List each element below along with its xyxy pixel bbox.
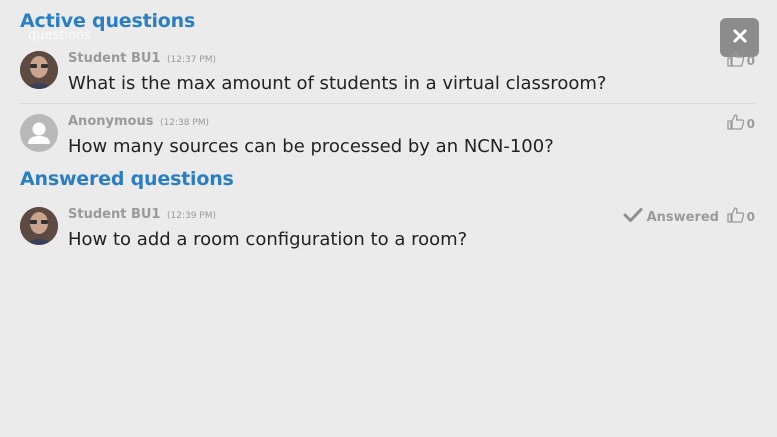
like-count: 0 [746,116,755,131]
question-item: Student BU1 (12:37 PM) What is the max a… [20,49,755,104]
question-text: How many sources can be processed by an … [68,136,554,157]
avatar [20,207,58,245]
author-name: Student BU1 [68,207,161,222]
question-time: (12:38 PM) [159,118,209,128]
close-icon [732,28,748,48]
question-text: How to add a room configuration to a roo… [68,229,468,250]
answered-label: Answered [646,209,719,225]
ghost-label: questions [28,28,91,43]
thumbs-up-icon [726,114,745,133]
question-meta: Anonymous (12:38 PM) [68,114,209,129]
like-button[interactable]: 0 [726,51,755,70]
checkmark-icon [623,207,643,227]
thumbs-up-icon [726,51,745,70]
question-item: Student BU1 (12:39 PM) How to add a room… [20,205,755,257]
question-meta: Student BU1 (12:37 PM) [68,51,216,66]
like-count: 0 [746,209,755,224]
question-time: (12:37 PM) [167,55,217,65]
answered-status: Answered [623,207,719,227]
author-name: Student BU1 [68,51,161,66]
question-meta: Student BU1 (12:39 PM) [68,207,216,222]
like-button[interactable]: 0 [726,114,755,133]
like-count: 0 [746,53,755,68]
author-name: Anonymous [68,114,154,129]
answered-questions-heading: Answered questions [20,168,234,190]
question-time: (12:39 PM) [167,211,217,221]
anonymous-avatar-icon [20,114,58,152]
avatar [20,51,58,89]
questions-panel: Active questions questions Student BU1 (… [0,0,777,437]
question-item: Anonymous (12:38 PM) How many sources ca… [20,112,755,164]
question-text: What is the max amount of students in a … [68,73,607,94]
thumbs-up-icon [726,207,745,226]
like-button[interactable]: 0 [726,207,755,226]
